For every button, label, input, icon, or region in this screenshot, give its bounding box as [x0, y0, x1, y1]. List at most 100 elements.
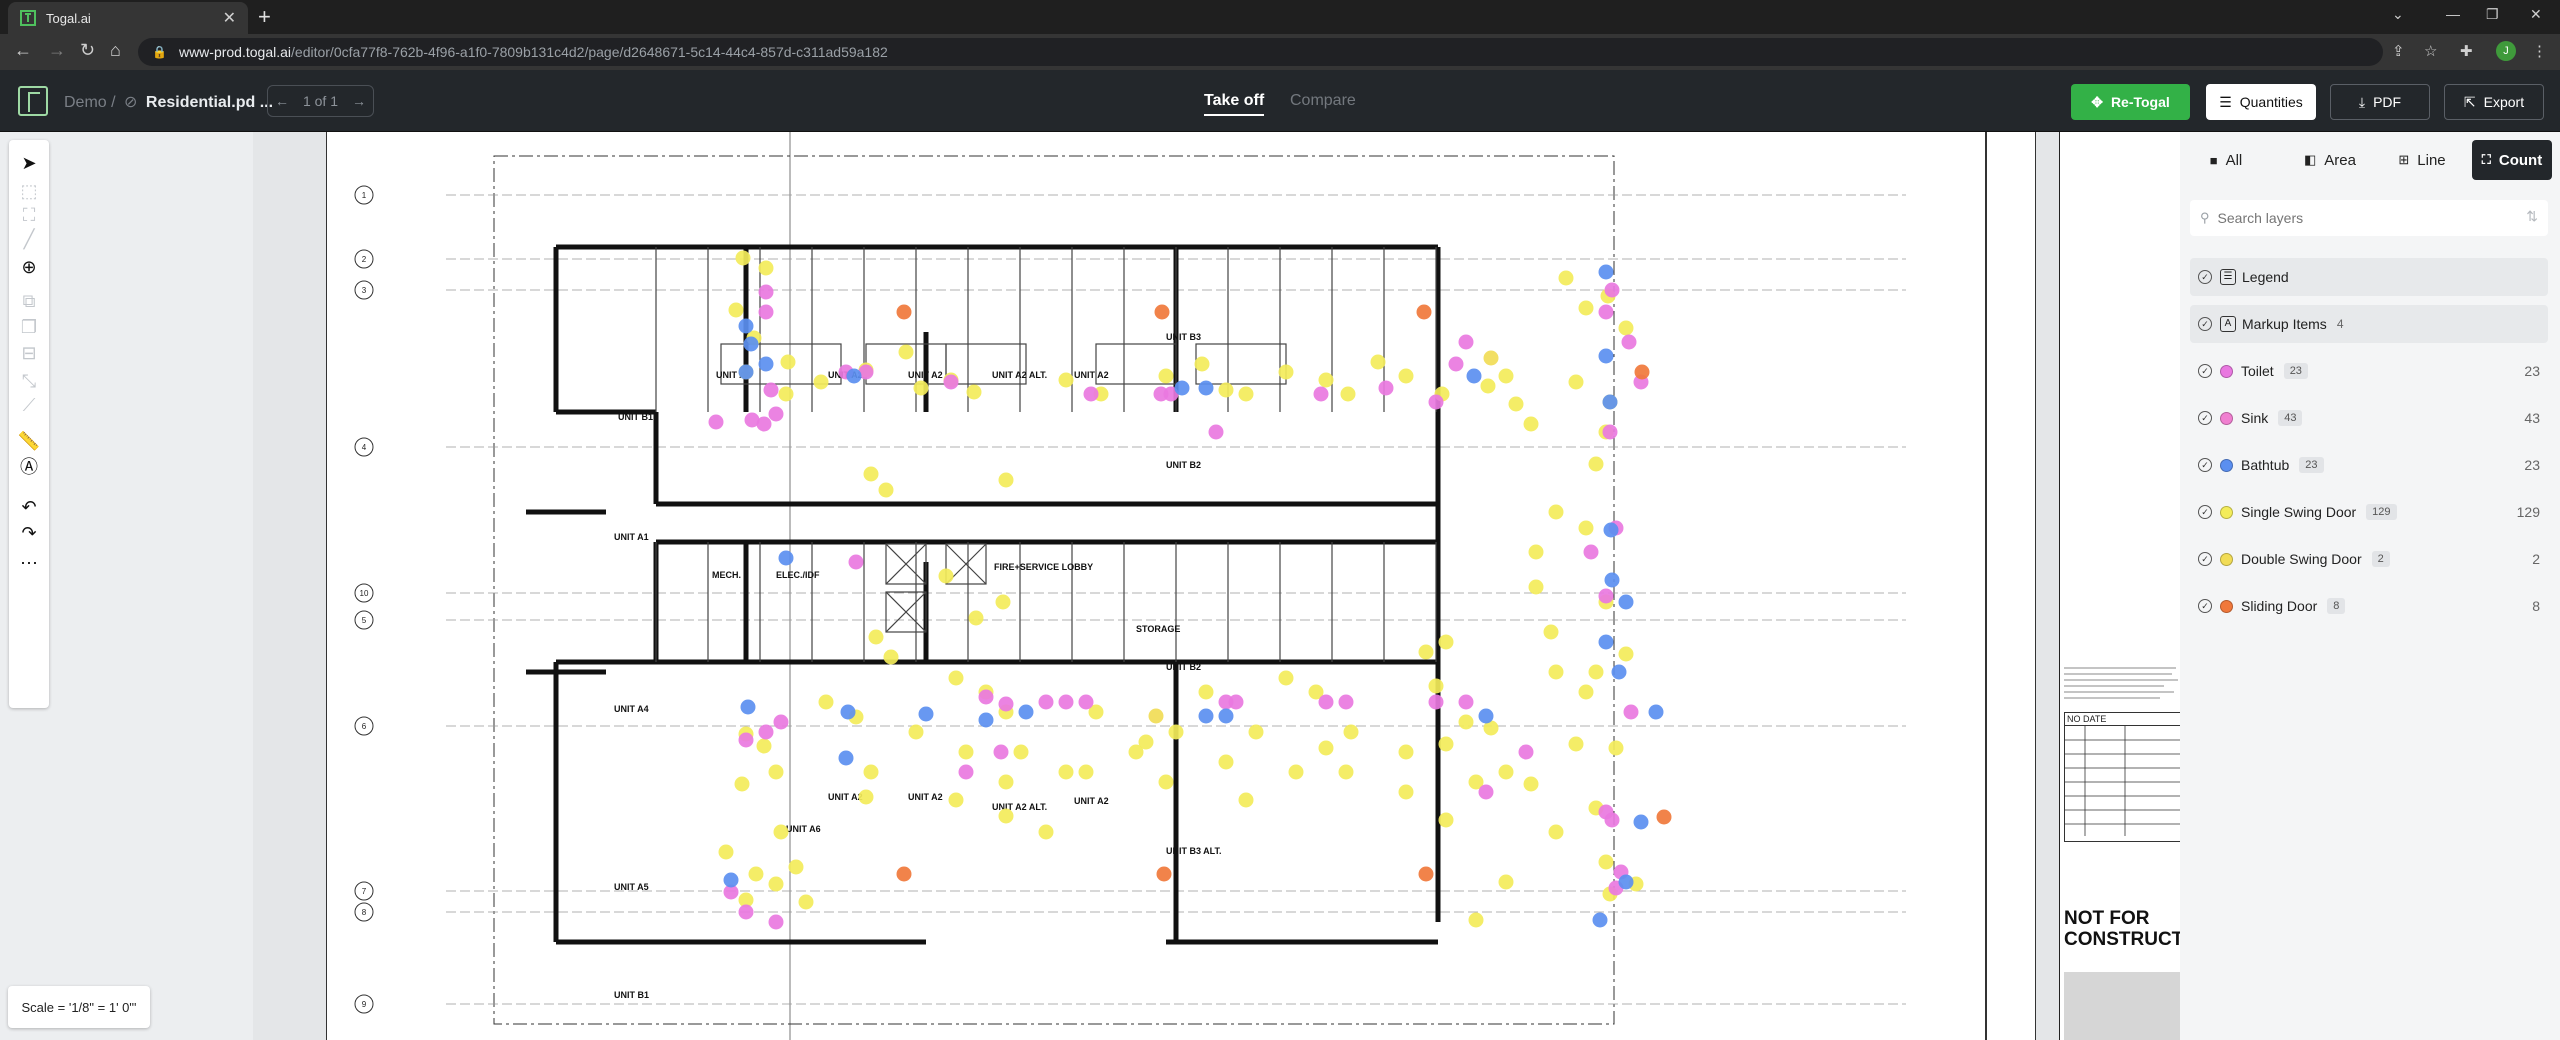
breadcrumb-root[interactable]: Demo /: [64, 94, 116, 111]
restore-icon[interactable]: ❐: [2486, 6, 2499, 23]
pdf-button[interactable]: ⤓ PDF: [2330, 84, 2430, 120]
reload-icon[interactable]: ↻: [80, 40, 95, 61]
count-marker: [1634, 364, 1650, 380]
redo-tool[interactable]: ↷: [9, 518, 49, 548]
new-tab-icon[interactable]: +: [258, 4, 271, 30]
check-icon[interactable]: ✓: [2198, 552, 2212, 566]
merge-tool[interactable]: ⊟: [9, 338, 49, 368]
sort-icon[interactable]: ⇅: [2526, 208, 2538, 225]
document-name[interactable]: Residential.pd ...: [146, 94, 273, 111]
count-marker: [758, 284, 774, 300]
scale-line-tool[interactable]: ⟋: [9, 390, 49, 420]
count-marker: [748, 866, 764, 882]
count-marker: [978, 689, 994, 705]
markup-tool[interactable]: Ⓐ: [9, 452, 49, 482]
line-tool[interactable]: ╱: [9, 224, 49, 254]
layer-row-toilet[interactable]: ✓ Toilet 23 23: [2190, 352, 2548, 390]
count-tool[interactable]: ⊕: [9, 252, 49, 282]
tab-count[interactable]: ⛶ Count: [2472, 140, 2552, 180]
check-icon[interactable]: ✓: [2198, 505, 2212, 519]
count-marker: [968, 610, 984, 626]
profile-avatar[interactable]: J: [2496, 41, 2516, 61]
layer-group-markup-items[interactable]: ✓ A Markup Items 4: [2190, 305, 2548, 343]
plan-sheet[interactable]: UNIT B1UNIT A3UNIT A2UNIT A2UNIT A2 ALT.…: [325, 132, 2037, 1040]
layer-group-legend[interactable]: ✓ ☰ Legend: [2190, 258, 2548, 296]
count-marker: [998, 696, 1014, 712]
count-marker: [1618, 874, 1634, 890]
browser-tab[interactable]: Togal.ai ✕: [8, 2, 248, 34]
external-link-icon: ⇱: [2463, 93, 2476, 110]
check-icon[interactable]: ✓: [2198, 411, 2212, 425]
check-icon[interactable]: ✓: [2198, 317, 2212, 331]
count-marker: [1543, 624, 1559, 640]
drawing-canvas[interactable]: UNIT B1UNIT A3UNIT A2UNIT A2UNIT A2 ALT.…: [253, 132, 2180, 1040]
tool-rail: ➤ ⬚ ⛶ ╱ ⊕ ⧉ ❐ ⊟ ⤡ ⟋ 📏 Ⓐ ↶ ↷ ⋯: [9, 140, 49, 708]
tab-search-icon[interactable]: ⌄: [2392, 6, 2404, 23]
count-marker: [743, 336, 759, 352]
layer-row-bathtub[interactable]: ✓ Bathtub 23 23: [2190, 446, 2548, 484]
count-marker: [1548, 504, 1564, 520]
extensions-icon[interactable]: ✚: [2460, 42, 2473, 60]
layer-color-swatch[interactable]: [2220, 411, 2233, 425]
count-marker: [1338, 764, 1354, 780]
layer-color-swatch[interactable]: [2220, 505, 2233, 519]
check-icon[interactable]: ✓: [2198, 599, 2212, 613]
count-marker: [1198, 380, 1214, 396]
count-marker: [896, 866, 912, 882]
lock-icon: 🔒: [152, 45, 167, 59]
layer-color-swatch[interactable]: [2220, 552, 2233, 566]
tab-compare[interactable]: Compare: [1290, 92, 1356, 110]
layer-row-sink[interactable]: ✓ Sink 43 43: [2190, 399, 2548, 437]
select-tool[interactable]: ➤: [9, 148, 49, 178]
close-window-icon[interactable]: ✕: [2530, 6, 2542, 23]
tab-close-icon[interactable]: ✕: [223, 8, 236, 28]
layer-badge: 8: [2327, 598, 2346, 614]
layer-row-single-swing-door[interactable]: ✓ Single Swing Door 129 129: [2190, 493, 2548, 531]
count-marker: [778, 386, 794, 402]
quantities-button[interactable]: ☰ Quantities: [2206, 84, 2316, 120]
bookmark-star-icon[interactable]: ☆: [2424, 42, 2437, 60]
layer-count: 23: [2524, 457, 2540, 473]
next-page-icon[interactable]: →: [352, 93, 366, 109]
count-markers[interactable]: [708, 250, 1672, 930]
check-icon[interactable]: ✓: [2198, 458, 2212, 472]
togal-logo-icon[interactable]: [18, 86, 48, 116]
check-icon[interactable]: ✓: [2198, 364, 2212, 378]
revision-table-header: NO DATE: [2065, 713, 2180, 726]
tab-all[interactable]: ■ All: [2198, 140, 2254, 180]
layer-row-double-swing-door[interactable]: ✓ Double Swing Door 2 2: [2190, 540, 2548, 578]
floor-plan[interactable]: UNIT B1UNIT A3UNIT A2UNIT A2UNIT A2 ALT.…: [325, 132, 2037, 1040]
count-marker: [756, 738, 772, 754]
export-button[interactable]: ⇱ Export: [2444, 84, 2544, 120]
count-marker: [738, 318, 754, 334]
count-marker: [948, 670, 964, 686]
count-marker: [846, 368, 862, 384]
back-icon[interactable]: ←: [14, 40, 32, 61]
more-tool[interactable]: ⋯: [9, 548, 49, 578]
count-marker: [1548, 664, 1564, 680]
tab-line[interactable]: ⊞ Line: [2384, 140, 2460, 180]
layer-color-swatch[interactable]: [2220, 458, 2233, 472]
forward-icon[interactable]: →: [48, 40, 66, 61]
tab-area[interactable]: ◧ Area: [2290, 140, 2370, 180]
layer-row-sliding-door[interactable]: ✓ Sliding Door 8 8: [2190, 587, 2548, 625]
prev-page-icon[interactable]: ←: [275, 93, 289, 109]
count-marker: [1588, 664, 1604, 680]
share-icon[interactable]: ⇪: [2392, 42, 2405, 60]
browser-menu-icon[interactable]: ⋮: [2532, 42, 2547, 60]
search-input[interactable]: [2217, 210, 2508, 226]
layer-color-swatch[interactable]: [2220, 364, 2233, 378]
check-icon[interactable]: ✓: [2198, 270, 2212, 284]
count-marker: [1598, 854, 1614, 870]
layers-icon: ◧: [2304, 152, 2317, 167]
count-marker: [913, 380, 929, 396]
count-marker: [1656, 809, 1672, 825]
retogal-button[interactable]: ✥ Re-Togal: [2071, 84, 2190, 120]
address-bar[interactable]: 🔒 www-prod.togal.ai /editor/0cfa77f8-762…: [138, 38, 2383, 66]
tab-take-off[interactable]: Take off: [1204, 92, 1265, 116]
minimize-icon[interactable]: —: [2446, 6, 2460, 22]
layer-color-swatch[interactable]: [2220, 599, 2233, 613]
count-marker: [1340, 386, 1356, 402]
home-icon[interactable]: ⌂: [110, 40, 121, 61]
scale-indicator[interactable]: Scale = '1/8" = 1' 0"': [8, 986, 150, 1028]
